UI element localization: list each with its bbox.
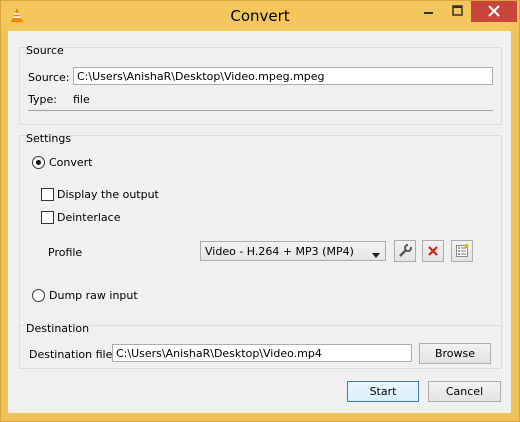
new-profile-button[interactable] [451, 240, 473, 262]
source-group: Source Source: C:\Users\AnishaR\Desktop\… [19, 44, 502, 125]
minimize-button[interactable] [415, 1, 441, 22]
red-x-icon [428, 246, 438, 256]
dump-raw-radio[interactable] [32, 289, 45, 302]
window-title: Convert [230, 7, 290, 25]
wrench-icon [399, 244, 412, 257]
display-output-label[interactable]: Display the output [57, 188, 159, 201]
destination-file-label: Destination file: [29, 348, 117, 361]
dump-raw-label[interactable]: Dump raw input [49, 289, 138, 302]
dialog-body: Source Source: C:\Users\AnishaR\Desktop\… [8, 31, 511, 413]
title-bar[interactable]: Convert [1, 1, 519, 31]
start-button[interactable]: Start [347, 381, 419, 402]
profile-label: Profile [48, 246, 83, 259]
chevron-down-icon [372, 248, 380, 261]
convert-radio[interactable] [32, 156, 45, 169]
convert-dialog: Convert Source Source: C:\Users\AnishaR\… [0, 0, 520, 422]
profile-selected-value: Video - H.264 + MP3 (MP4) [205, 245, 354, 258]
type-label: Type: [28, 93, 57, 106]
browse-label: Browse [434, 347, 476, 360]
profile-dropdown[interactable]: Video - H.264 + MP3 (MP4) [200, 241, 386, 261]
cancel-label: Cancel [445, 385, 484, 398]
deinterlace-checkbox[interactable] [41, 211, 54, 224]
destination-group-frame: Destination Destination file: C:\Users\A… [19, 322, 502, 369]
source-group-title: Source [26, 44, 64, 57]
cancel-button[interactable]: Cancel [428, 381, 501, 402]
source-divider [28, 110, 493, 111]
close-button[interactable] [471, 1, 517, 22]
destination-file-field[interactable]: C:\Users\AnishaR\Desktop\Video.mp4 [112, 344, 412, 362]
browse-button[interactable]: Browse [419, 343, 491, 364]
new-profile-icon [456, 244, 469, 257]
maximize-button[interactable] [444, 1, 470, 22]
source-label: Source: [28, 71, 70, 84]
convert-label[interactable]: Convert [49, 156, 93, 169]
delete-profile-button[interactable] [422, 240, 444, 262]
radio-selected-dot [36, 160, 41, 165]
display-output-checkbox[interactable] [41, 188, 54, 201]
deinterlace-label[interactable]: Deinterlace [57, 211, 120, 224]
edit-profile-button[interactable] [394, 240, 416, 262]
start-label: Start [369, 385, 397, 398]
settings-group: Settings Convert Display the output Dein… [19, 132, 502, 342]
settings-group-title: Settings [26, 132, 72, 145]
type-value: file [73, 93, 90, 106]
destination-group-title: Destination [26, 322, 90, 335]
source-path-field[interactable]: C:\Users\AnishaR\Desktop\Video.mpeg.mpeg [73, 67, 493, 85]
